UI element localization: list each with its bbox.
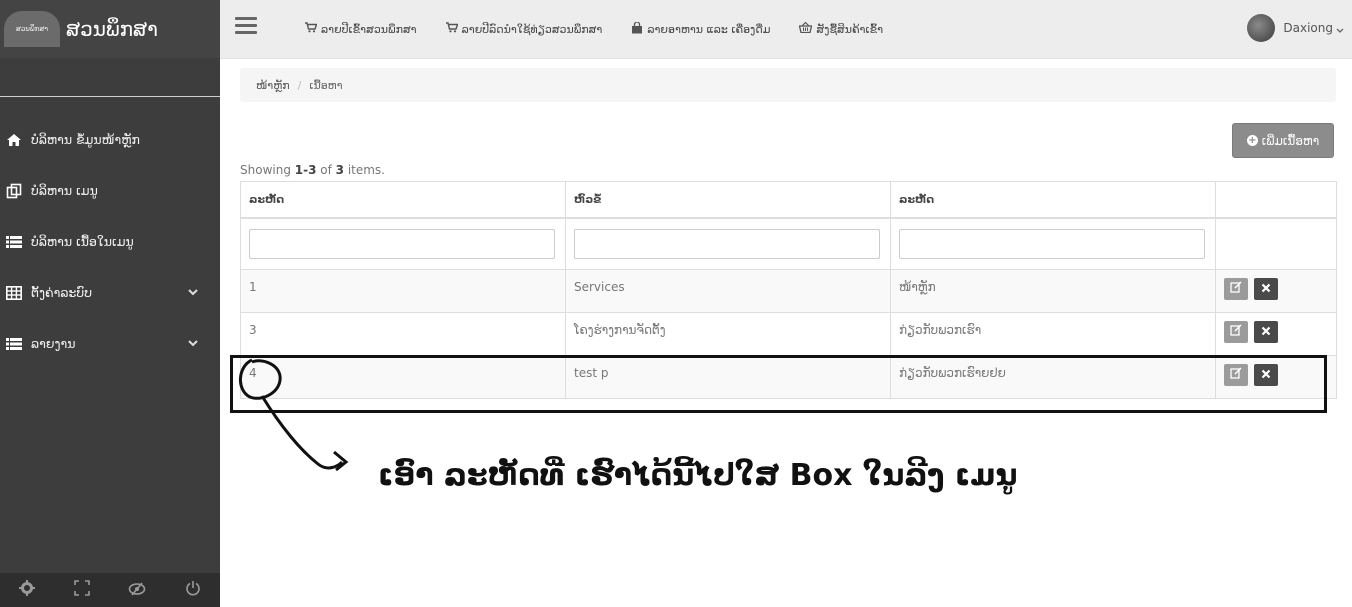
annotation-arrow-drawing xyxy=(239,358,349,472)
annotation-text: ເອົາ ລະຫັດທີ່ ເຮົາໄດ້ນີ້ໄປໃສ Box ໃນລີງ ເ… xyxy=(378,458,1018,493)
